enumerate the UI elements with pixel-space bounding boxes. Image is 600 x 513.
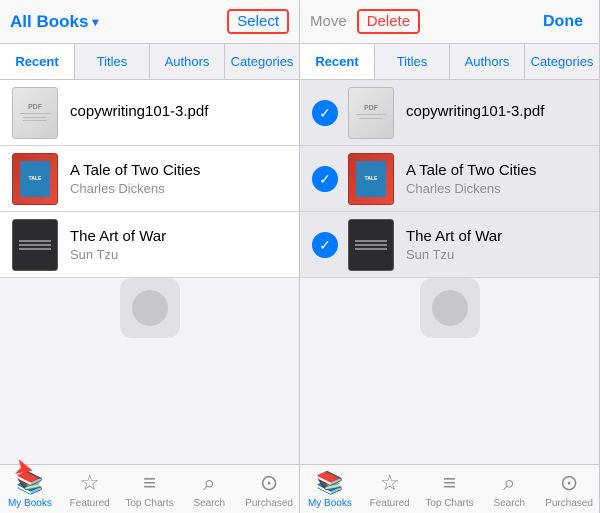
tab-label: Search	[493, 498, 525, 509]
right-panel: Move Delete Done Recent Titles Authors C…	[300, 0, 600, 513]
tab-label: Featured	[70, 498, 110, 509]
star-icon: ☆	[80, 470, 100, 496]
book-title: A Tale of Two Cities	[70, 162, 287, 179]
book-author: Charles Dickens	[406, 181, 587, 196]
left-book-list: PDF copywriting101-3.pdf TALE A	[0, 80, 299, 464]
book-cover-pdf: PDF	[12, 87, 58, 139]
right-tab-bar: 📚 My Books ☆ Featured ≡ Top Charts ⌕ Sea…	[300, 464, 599, 513]
tab-label: Purchased	[545, 498, 593, 509]
book-title: A Tale of Two Cities	[406, 162, 587, 179]
tab-authors-right[interactable]: Authors	[450, 44, 525, 79]
book-cover-war	[12, 219, 58, 271]
move-button[interactable]: Move	[310, 13, 347, 30]
tab-featured-left[interactable]: ☆ Featured	[60, 465, 120, 513]
book-info: A Tale of Two Cities Charles Dickens	[70, 162, 287, 196]
select-button[interactable]: Select	[227, 9, 289, 34]
tab-search-left[interactable]: ⌕ Search	[179, 465, 239, 513]
header-left-actions: Move Delete	[310, 9, 420, 34]
checkmark-icon: ✓	[319, 106, 331, 120]
book-title: The Art of War	[406, 228, 587, 245]
tab-topcharts-left[interactable]: ≡ Top Charts	[120, 465, 180, 513]
select-circle-tale[interactable]: ✓	[312, 166, 338, 192]
search-icon: ⌕	[503, 470, 515, 496]
tab-categories-left[interactable]: Categories	[225, 44, 299, 79]
tab-recent-right[interactable]: Recent	[300, 44, 375, 79]
right-header: Move Delete Done	[300, 0, 599, 44]
book-cover-pdf: PDF	[348, 87, 394, 139]
tab-label: Top Charts	[125, 498, 173, 509]
tab-label: My Books	[8, 498, 52, 509]
tab-mybooks-right[interactable]: 📚 My Books	[300, 465, 360, 513]
list-item[interactable]: ✓ PDF copywriting101-3.pdf	[300, 80, 599, 146]
tab-label: Search	[193, 498, 225, 509]
purchased-icon: ⊙	[560, 470, 578, 496]
left-header: All Books ▾ Select	[0, 0, 299, 44]
book-info: copywriting101-3.pdf	[406, 103, 587, 122]
ghost-icon	[420, 278, 480, 338]
delete-button[interactable]: Delete	[357, 9, 420, 34]
tab-categories-right[interactable]: Categories	[525, 44, 599, 79]
charts-icon: ≡	[143, 470, 156, 496]
select-circle-pdf[interactable]: ✓	[312, 100, 338, 126]
tab-label: My Books	[308, 498, 352, 509]
book-info: copywriting101-3.pdf	[70, 103, 287, 122]
book-cover-tale: TALE	[348, 153, 394, 205]
right-book-list: ✓ PDF copywriting101-3.pdf ✓ T	[300, 80, 599, 464]
search-icon: ⌕	[203, 470, 215, 496]
book-info: The Art of War Sun Tzu	[406, 228, 587, 262]
tab-purchased-left[interactable]: ⊙ Purchased	[239, 465, 299, 513]
left-tab-bar: ➤ 📚 My Books ☆ Featured ≡ Top Charts ⌕ S…	[0, 464, 299, 513]
chevron-down-icon: ▾	[92, 15, 98, 29]
tab-search-right[interactable]: ⌕ Search	[479, 465, 539, 513]
tab-topcharts-right[interactable]: ≡ Top Charts	[420, 465, 480, 513]
tab-featured-right[interactable]: ☆ Featured	[360, 465, 420, 513]
tab-recent-left[interactable]: Recent	[0, 44, 75, 79]
list-item[interactable]: ✓ The Art of War Sun Tzu	[300, 212, 599, 278]
book-title: The Art of War	[70, 228, 287, 245]
book-title: copywriting101-3.pdf	[406, 103, 587, 120]
book-title: copywriting101-3.pdf	[70, 103, 287, 120]
tab-titles-left[interactable]: Titles	[75, 44, 150, 79]
purchased-icon: ⊙	[260, 470, 278, 496]
empty-area	[0, 278, 299, 338]
charts-icon: ≡	[443, 470, 456, 496]
book-author: Charles Dickens	[70, 181, 287, 196]
empty-area	[300, 278, 599, 338]
list-item[interactable]: PDF copywriting101-3.pdf	[0, 80, 299, 146]
done-button[interactable]: Done	[537, 9, 589, 35]
tab-label: Featured	[370, 498, 410, 509]
select-circle-war[interactable]: ✓	[312, 232, 338, 258]
tab-titles-right[interactable]: Titles	[375, 44, 450, 79]
book-cover-war	[348, 219, 394, 271]
star-icon: ☆	[380, 470, 400, 496]
tab-authors-left[interactable]: Authors	[150, 44, 225, 79]
checkmark-icon: ✓	[319, 172, 331, 186]
tab-purchased-right[interactable]: ⊙ Purchased	[539, 465, 599, 513]
tab-label: Purchased	[245, 498, 293, 509]
left-title: All Books ▾	[10, 12, 98, 32]
book-info: The Art of War Sun Tzu	[70, 228, 287, 262]
left-segment-bar: Recent Titles Authors Categories	[0, 44, 299, 80]
books-icon: 📚	[316, 470, 343, 496]
tab-label: Top Charts	[425, 498, 473, 509]
book-author: Sun Tzu	[406, 247, 587, 262]
all-books-label: All Books	[10, 12, 88, 32]
left-panel: All Books ▾ Select Recent Titles Authors…	[0, 0, 300, 513]
list-item[interactable]: ✓ TALE A Tale of Two Cities Charles Dick…	[300, 146, 599, 212]
list-item[interactable]: The Art of War Sun Tzu	[0, 212, 299, 278]
list-item[interactable]: TALE A Tale of Two Cities Charles Dicken…	[0, 146, 299, 212]
book-author: Sun Tzu	[70, 247, 287, 262]
book-cover-tale: TALE	[12, 153, 58, 205]
right-segment-bar: Recent Titles Authors Categories	[300, 44, 599, 80]
checkmark-icon: ✓	[319, 238, 331, 252]
ghost-icon	[120, 278, 180, 338]
book-info: A Tale of Two Cities Charles Dickens	[406, 162, 587, 196]
